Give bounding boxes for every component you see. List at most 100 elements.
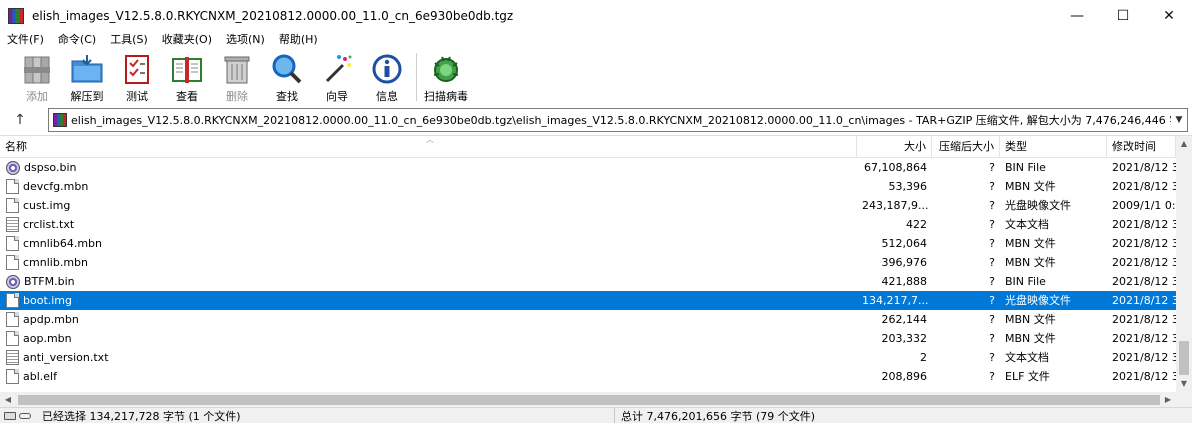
add-archive-icon bbox=[20, 52, 54, 86]
toolbar: 添加 解压到 测试 查看 删除 查找 向导 信息 扫描病毒 bbox=[0, 49, 1192, 105]
file-row[interactable]: cust.img 243,187,9...? 光盘映像文件 2009/1/1 0: bbox=[0, 196, 1176, 215]
scroll-corner bbox=[1176, 392, 1192, 407]
scroll-down-arrow-icon[interactable]: ▼ bbox=[1176, 376, 1192, 392]
status-icons bbox=[0, 411, 38, 420]
view-button[interactable]: 查看 bbox=[162, 49, 212, 105]
file-row[interactable]: anti_version.txt 2? 文本文档 2021/8/12 3 bbox=[0, 348, 1176, 367]
extract-folder-icon bbox=[70, 52, 104, 86]
file-type: MBN 文件 bbox=[1005, 180, 1056, 193]
file-icon bbox=[6, 293, 19, 308]
file-icon bbox=[6, 236, 19, 251]
close-button[interactable]: ✕ bbox=[1146, 0, 1192, 31]
key-icon[interactable] bbox=[19, 412, 31, 419]
vertical-scroll-thumb[interactable] bbox=[1179, 341, 1189, 375]
column-packed-size[interactable]: 压缩后大小 bbox=[932, 136, 1000, 158]
file-row[interactable]: boot.img 134,217,7...? 光盘映像文件 2021/8/12 3 bbox=[0, 291, 1176, 310]
path-bar[interactable]: elish_images_V12.5.8.0.RKYCNXM_20210812.… bbox=[48, 108, 1188, 132]
file-packed-size: ? bbox=[989, 161, 995, 174]
menu-file[interactable]: 文件(F) bbox=[0, 31, 51, 49]
horizontal-scroll-thumb[interactable] bbox=[18, 395, 1160, 405]
chevron-down-icon[interactable]: ▼ bbox=[1171, 115, 1187, 125]
file-name: apdp.mbn bbox=[23, 313, 79, 326]
file-size: 422 bbox=[906, 218, 927, 231]
file-row[interactable]: devcfg.mbn 53,396? MBN 文件 2021/8/12 3 bbox=[0, 177, 1176, 196]
file-row[interactable]: apdp.mbn 262,144? MBN 文件 2021/8/12 3 bbox=[0, 310, 1176, 329]
find-button[interactable]: 查找 bbox=[262, 49, 312, 105]
file-packed-size: ? bbox=[989, 313, 995, 326]
file-name: devcfg.mbn bbox=[23, 180, 89, 193]
test-label: 测试 bbox=[126, 90, 148, 103]
winrar-app-icon[interactable] bbox=[8, 7, 24, 24]
file-packed-size: ? bbox=[989, 294, 995, 307]
file-name: boot.img bbox=[23, 294, 73, 307]
magic-wand-icon bbox=[320, 52, 354, 86]
file-name: abl.elf bbox=[23, 370, 57, 383]
file-modified: 2021/8/12 3 bbox=[1112, 370, 1176, 383]
virus-bug-icon bbox=[429, 52, 463, 86]
file-name: dspso.bin bbox=[24, 161, 77, 174]
maximize-button[interactable]: ☐ bbox=[1100, 0, 1146, 31]
delete-button[interactable]: 删除 bbox=[212, 49, 262, 105]
file-icon bbox=[6, 179, 19, 194]
file-row[interactable]: dspso.bin 67,108,864? BIN File 2021/8/12 3 bbox=[0, 158, 1176, 177]
file-size: 67,108,864 bbox=[864, 161, 927, 174]
file-type: BIN File bbox=[1005, 275, 1046, 288]
sort-caret-icon: ︿ bbox=[426, 135, 434, 144]
up-folder-button[interactable]: ↑ bbox=[0, 107, 40, 133]
extract-to-button[interactable]: 解压到 bbox=[62, 49, 112, 105]
file-name-cell: devcfg.mbn bbox=[0, 177, 857, 196]
minimize-button[interactable]: — bbox=[1054, 0, 1100, 31]
file-rows: dspso.bin 67,108,864? BIN File 2021/8/12 3 d… bbox=[0, 158, 1176, 386]
trash-icon bbox=[220, 52, 254, 86]
vertical-scrollbar[interactable]: ▲ ▼ bbox=[1176, 136, 1192, 392]
scroll-left-arrow-icon[interactable]: ◀ bbox=[0, 392, 16, 407]
menu-commands[interactable]: 命令(C) bbox=[51, 31, 103, 49]
column-size[interactable]: 大小 bbox=[857, 136, 932, 158]
drive-icon[interactable] bbox=[4, 411, 16, 420]
file-size: 134,217,7... bbox=[862, 294, 929, 307]
file-name-cell: BTFM.bin bbox=[0, 272, 857, 291]
menu-tools[interactable]: 工具(S) bbox=[103, 31, 155, 49]
file-size: 208,896 bbox=[881, 370, 928, 383]
file-modified: 2021/8/12 3 bbox=[1112, 256, 1176, 269]
file-size: 53,396 bbox=[888, 180, 928, 193]
column-modified[interactable]: 修改时间 bbox=[1107, 136, 1176, 158]
file-icon bbox=[6, 369, 19, 384]
file-packed-size: ? bbox=[989, 370, 995, 383]
file-name-cell: apdp.mbn bbox=[0, 310, 857, 329]
wizard-button[interactable]: 向导 bbox=[312, 49, 362, 105]
file-name-cell: cmnlib.mbn bbox=[0, 253, 857, 272]
file-name-cell: dspso.bin bbox=[0, 158, 857, 177]
file-name-cell: abl.elf bbox=[0, 367, 857, 386]
scan-virus-button[interactable]: 扫描病毒 bbox=[421, 49, 471, 105]
menu-favorites[interactable]: 收藏夹(O) bbox=[155, 31, 219, 49]
status-bar: 已经选择 134,217,728 字节 (1 个文件) 总计 7,476,201… bbox=[0, 407, 1192, 423]
file-name-cell: aop.mbn bbox=[0, 329, 857, 348]
scroll-up-arrow-icon[interactable]: ▲ bbox=[1176, 136, 1192, 152]
file-row[interactable]: BTFM.bin 421,888? BIN File 2021/8/12 3 bbox=[0, 272, 1176, 291]
file-name-cell: cust.img bbox=[0, 196, 857, 215]
scroll-right-arrow-icon[interactable]: ▶ bbox=[1160, 392, 1176, 407]
menu-options[interactable]: 选项(N) bbox=[219, 31, 272, 49]
title-bar: elish_images_V12.5.8.0.RKYCNXM_20210812.… bbox=[0, 0, 1192, 31]
add-button[interactable]: 添加 bbox=[12, 49, 62, 105]
info-button[interactable]: 信息 bbox=[362, 49, 412, 105]
file-row[interactable]: aop.mbn 203,332? MBN 文件 2021/8/12 3 bbox=[0, 329, 1176, 348]
file-packed-size: ? bbox=[989, 256, 995, 269]
file-type: 光盘映像文件 bbox=[1005, 294, 1071, 307]
menu-help[interactable]: 帮助(H) bbox=[272, 31, 325, 49]
file-packed-size: ? bbox=[989, 180, 995, 193]
file-row[interactable]: crclist.txt 422? 文本文档 2021/8/12 3 bbox=[0, 215, 1176, 234]
file-row[interactable]: cmnlib.mbn 396,976? MBN 文件 2021/8/12 3 bbox=[0, 253, 1176, 272]
file-modified: 2021/8/12 3 bbox=[1112, 294, 1176, 307]
file-row[interactable]: cmnlib64.mbn 512,064? MBN 文件 2021/8/12 3 bbox=[0, 234, 1176, 253]
file-name-cell: anti_version.txt bbox=[0, 348, 857, 367]
view-label: 查看 bbox=[176, 90, 198, 103]
horizontal-scrollbar[interactable]: ◀ ▶ bbox=[0, 392, 1176, 407]
file-row[interactable]: abl.elf 208,896? ELF 文件 2021/8/12 3 bbox=[0, 367, 1176, 386]
file-size: 203,332 bbox=[881, 332, 928, 345]
column-type[interactable]: 类型 bbox=[1000, 136, 1107, 158]
info-icon bbox=[370, 52, 404, 86]
file-size: 243,187,9... bbox=[862, 199, 929, 212]
test-button[interactable]: 测试 bbox=[112, 49, 162, 105]
